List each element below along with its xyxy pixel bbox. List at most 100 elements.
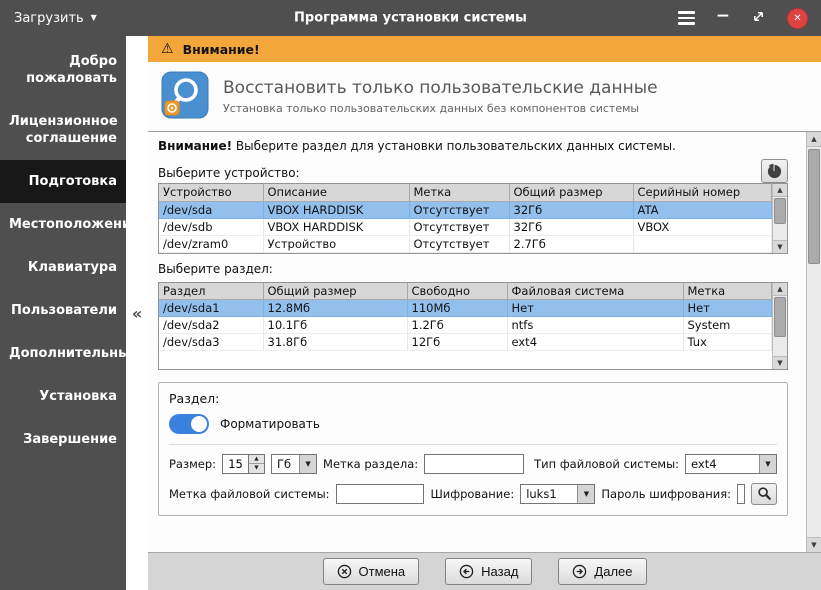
size-input[interactable] — [222, 453, 250, 474]
format-toggle[interactable] — [169, 413, 209, 434]
close-icon[interactable]: ✕ — [787, 7, 808, 29]
table-row[interactable]: /dev/sda2 10.1Гб 1.2Гб ntfs System — [159, 316, 772, 334]
column-header[interactable]: Общий размер — [509, 184, 634, 202]
cell[interactable]: VBOX — [633, 218, 772, 236]
scroll-down-icon[interactable]: ▼ — [807, 537, 821, 552]
disk-usage-button[interactable] — [761, 159, 788, 183]
cell[interactable]: VBOX HARDDISK — [263, 218, 410, 236]
table-row[interactable]: /dev/sdb VBOX HARDDISK Отсутствует 32Гб … — [159, 218, 772, 236]
sidebar-item-welcome[interactable]: Добро пожаловать — [0, 40, 126, 100]
cell[interactable]: Нет — [507, 299, 684, 317]
fs-type-combo[interactable]: ext4 ▼ — [685, 453, 777, 474]
cell[interactable]: Отсутствует — [409, 235, 510, 253]
cell[interactable]: /dev/sdb — [159, 218, 264, 236]
column-header[interactable]: Общий размер — [263, 282, 408, 300]
size-spinner[interactable]: ▲ ▼ — [222, 453, 266, 474]
column-header[interactable]: Файловая система — [507, 282, 684, 300]
column-header[interactable]: Метка — [409, 184, 510, 202]
cell[interactable]: /dev/sda2 — [159, 316, 264, 334]
cell[interactable]: System — [683, 316, 772, 334]
password-tool-button[interactable] — [751, 482, 777, 505]
column-header[interactable]: Метка — [683, 282, 772, 300]
fs-label-input[interactable] — [335, 483, 425, 504]
cell[interactable]: 2.7Гб — [509, 235, 634, 253]
cell[interactable]: /dev/zram0 — [159, 235, 264, 253]
scroll-up-icon[interactable]: ▲ — [807, 132, 821, 147]
column-header[interactable]: Устройство — [159, 184, 264, 202]
spin-down-icon[interactable]: ▼ — [249, 464, 265, 473]
size-unit-combo[interactable]: Гб ▼ — [271, 453, 318, 474]
device-table: Устройство Описание Метка Общий размер С… — [158, 183, 788, 254]
scroll-down-icon[interactable]: ▼ — [773, 355, 787, 369]
cell[interactable]: 110Мб — [407, 299, 508, 317]
scroll-track[interactable] — [807, 147, 821, 537]
sidebar-item-keyboard[interactable]: Клавиатура — [0, 246, 126, 289]
cell[interactable]: 10.1Гб — [263, 316, 408, 334]
cell[interactable]: VBOX HARDDISK — [263, 201, 410, 219]
sidebar-item-additional[interactable]: Дополнительный — [0, 332, 139, 375]
sidebar-item-preparation[interactable]: Подготовка — [0, 160, 126, 203]
cell[interactable]: ext4 — [507, 333, 684, 351]
sidebar-item-users[interactable]: Пользователи — [0, 289, 126, 332]
chevron-down-icon[interactable]: ▼ — [759, 454, 776, 473]
encryption-combo[interactable]: luks1 ▼ — [520, 483, 596, 504]
sidebar-item-installation[interactable]: Установка — [0, 375, 126, 418]
scroll-thumb[interactable] — [774, 198, 786, 224]
cell[interactable]: Tux — [683, 333, 772, 351]
collapse-sidebar-icon[interactable]: « — [132, 304, 142, 323]
next-button[interactable]: Далее — [558, 558, 647, 585]
cancel-button[interactable]: Отмена — [322, 558, 420, 585]
cell[interactable]: Нет — [683, 299, 772, 317]
encryption-password-input[interactable] — [737, 483, 745, 504]
scroll-down-icon[interactable]: ▼ — [773, 239, 787, 253]
scroll-up-icon[interactable]: ▲ — [773, 184, 787, 197]
cell[interactable]: Отсутствует — [409, 201, 510, 219]
device-table-grid[interactable]: Устройство Описание Метка Общий размер С… — [159, 184, 772, 253]
cell[interactable]: ATA — [633, 201, 772, 219]
cell[interactable]: /dev/sda3 — [159, 333, 264, 351]
sidebar-item-license[interactable]: Лицензионное соглашение — [0, 100, 126, 160]
cell[interactable]: /dev/sda — [159, 201, 264, 219]
cell[interactable]: /dev/sda1 — [159, 299, 264, 317]
cell[interactable]: Отсутствует — [409, 218, 510, 236]
partition-table-scrollbar[interactable]: ▲ ▼ — [772, 282, 787, 369]
column-header[interactable]: Свободно — [407, 282, 508, 300]
maximize-icon[interactable] — [751, 9, 766, 27]
hamburger-menu-icon[interactable] — [677, 11, 695, 25]
scroll-track[interactable] — [773, 197, 787, 240]
scroll-thumb[interactable] — [774, 296, 786, 337]
main-scrollbar[interactable]: ▲ ▼ — [806, 132, 821, 552]
table-row[interactable]: /dev/zram0 Устройство Отсутствует 2.7Гб — [159, 235, 772, 253]
cell[interactable]: Устройство — [263, 235, 410, 253]
scroll-track[interactable] — [773, 296, 787, 356]
chevron-down-icon[interactable]: ▼ — [299, 454, 317, 473]
minimize-icon[interactable]: − — [716, 7, 730, 25]
table-row[interactable]: /dev/sda VBOX HARDDISK Отсутствует 32Гб … — [159, 201, 772, 219]
back-button[interactable]: Назад — [445, 558, 533, 585]
spin-up-icon[interactable]: ▲ — [249, 454, 265, 464]
chevron-down-icon[interactable]: ▼ — [577, 484, 595, 503]
column-header[interactable]: Серийный номер — [633, 184, 772, 202]
table-row[interactable]: /dev/sda1 12.8Мб 110Мб Нет Нет — [159, 299, 772, 317]
sidebar-item-location[interactable]: Местоположение — [0, 203, 140, 246]
partition-table-grid[interactable]: Раздел Общий размер Свободно Файловая си… — [159, 282, 772, 351]
cell[interactable]: 31.8Гб — [263, 333, 408, 351]
size-row: Размер: ▲ ▼ Гб ▼ Метка раздела: Ти — [169, 453, 777, 474]
cell[interactable]: 1.2Гб — [407, 316, 508, 334]
cell[interactable] — [633, 235, 772, 253]
column-header[interactable]: Раздел — [159, 282, 264, 300]
scroll-up-icon[interactable]: ▲ — [773, 282, 787, 296]
load-menu-button[interactable]: Загрузить ▼ — [0, 0, 111, 36]
notice-text: Внимание! Выберите раздел для установки … — [158, 139, 676, 153]
column-header[interactable]: Описание — [263, 184, 410, 202]
partition-label-input[interactable] — [424, 453, 525, 474]
cell[interactable]: ntfs — [507, 316, 684, 334]
sidebar-item-finish[interactable]: Завершение — [0, 418, 126, 461]
cell[interactable]: 32Гб — [509, 218, 634, 236]
cell[interactable]: 12.8Мб — [263, 299, 408, 317]
cell[interactable]: 12Гб — [407, 333, 508, 351]
scroll-thumb[interactable] — [808, 149, 820, 264]
cell[interactable]: 32Гб — [509, 201, 634, 219]
device-table-scrollbar[interactable]: ▲ ▼ — [772, 184, 787, 253]
table-row[interactable]: /dev/sda3 31.8Гб 12Гб ext4 Tux — [159, 333, 772, 351]
